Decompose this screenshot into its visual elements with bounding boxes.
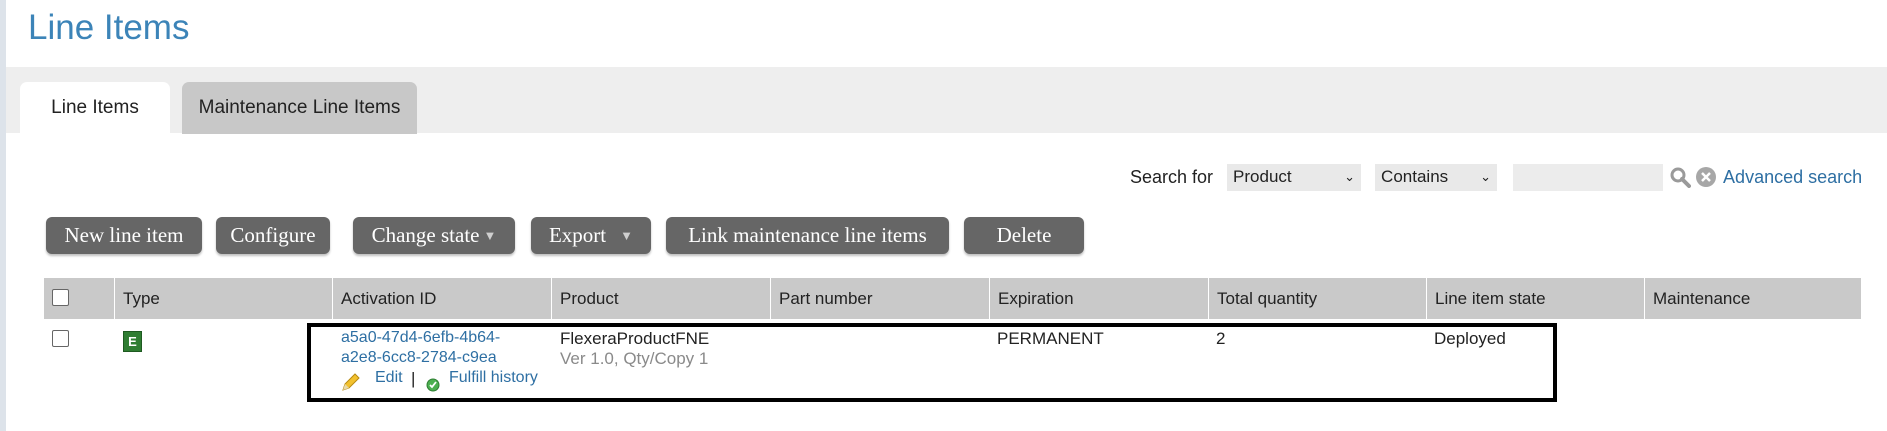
search-input[interactable]	[1513, 163, 1664, 191]
link-maintenance-button[interactable]: Link maintenance line items	[666, 217, 949, 254]
left-rule	[0, 0, 6, 431]
column-activation-id[interactable]: Activation ID	[332, 278, 551, 319]
search-bar: Search for Product ⌄ Contains ⌄ Advanced…	[1130, 162, 1862, 192]
chevron-down-icon: ⌄	[1480, 169, 1492, 184]
search-field-select[interactable]: Product ⌄	[1227, 163, 1362, 191]
configure-button[interactable]: Configure	[216, 217, 330, 254]
entitlement-type-icon: E	[123, 331, 142, 352]
page-title: Line Items	[28, 8, 190, 47]
tab-maintenance-line-items[interactable]: Maintenance Line Items	[182, 82, 417, 134]
column-type[interactable]: Type	[114, 278, 332, 319]
search-operator-value: Contains	[1381, 167, 1449, 186]
column-total-quantity[interactable]: Total quantity	[1208, 278, 1426, 319]
caret-down-icon: ▼	[483, 227, 497, 243]
export-button[interactable]: Export ▼	[531, 217, 651, 254]
search-field-value: Product	[1233, 167, 1292, 186]
delete-button[interactable]: Delete	[964, 217, 1084, 254]
change-state-label: Change state	[371, 223, 480, 247]
advanced-search-link[interactable]: Advanced search	[1723, 167, 1862, 188]
column-part-number[interactable]: Part number	[770, 278, 989, 319]
caret-down-icon: ▼	[620, 227, 634, 243]
change-state-button[interactable]: Change state ▼	[353, 217, 515, 254]
highlight-annotation-box	[307, 323, 1557, 402]
column-expiration[interactable]: Expiration	[989, 278, 1208, 319]
search-label: Search for	[1130, 166, 1214, 187]
row-checkbox[interactable]	[52, 330, 69, 347]
new-line-item-button[interactable]: New line item	[46, 217, 202, 254]
export-label: Export	[548, 223, 607, 247]
column-maintenance[interactable]: Maintenance	[1644, 278, 1861, 319]
column-line-item-state[interactable]: Line item state	[1426, 278, 1644, 319]
search-operator-select[interactable]: Contains ⌄	[1375, 163, 1498, 191]
clear-search-icon[interactable]	[1695, 166, 1717, 188]
chevron-down-icon: ⌄	[1344, 169, 1356, 184]
select-all-checkbox[interactable]	[52, 289, 69, 306]
column-product[interactable]: Product	[551, 278, 770, 319]
tab-line-items[interactable]: Line Items	[20, 82, 170, 134]
search-icon[interactable]	[1669, 166, 1692, 188]
